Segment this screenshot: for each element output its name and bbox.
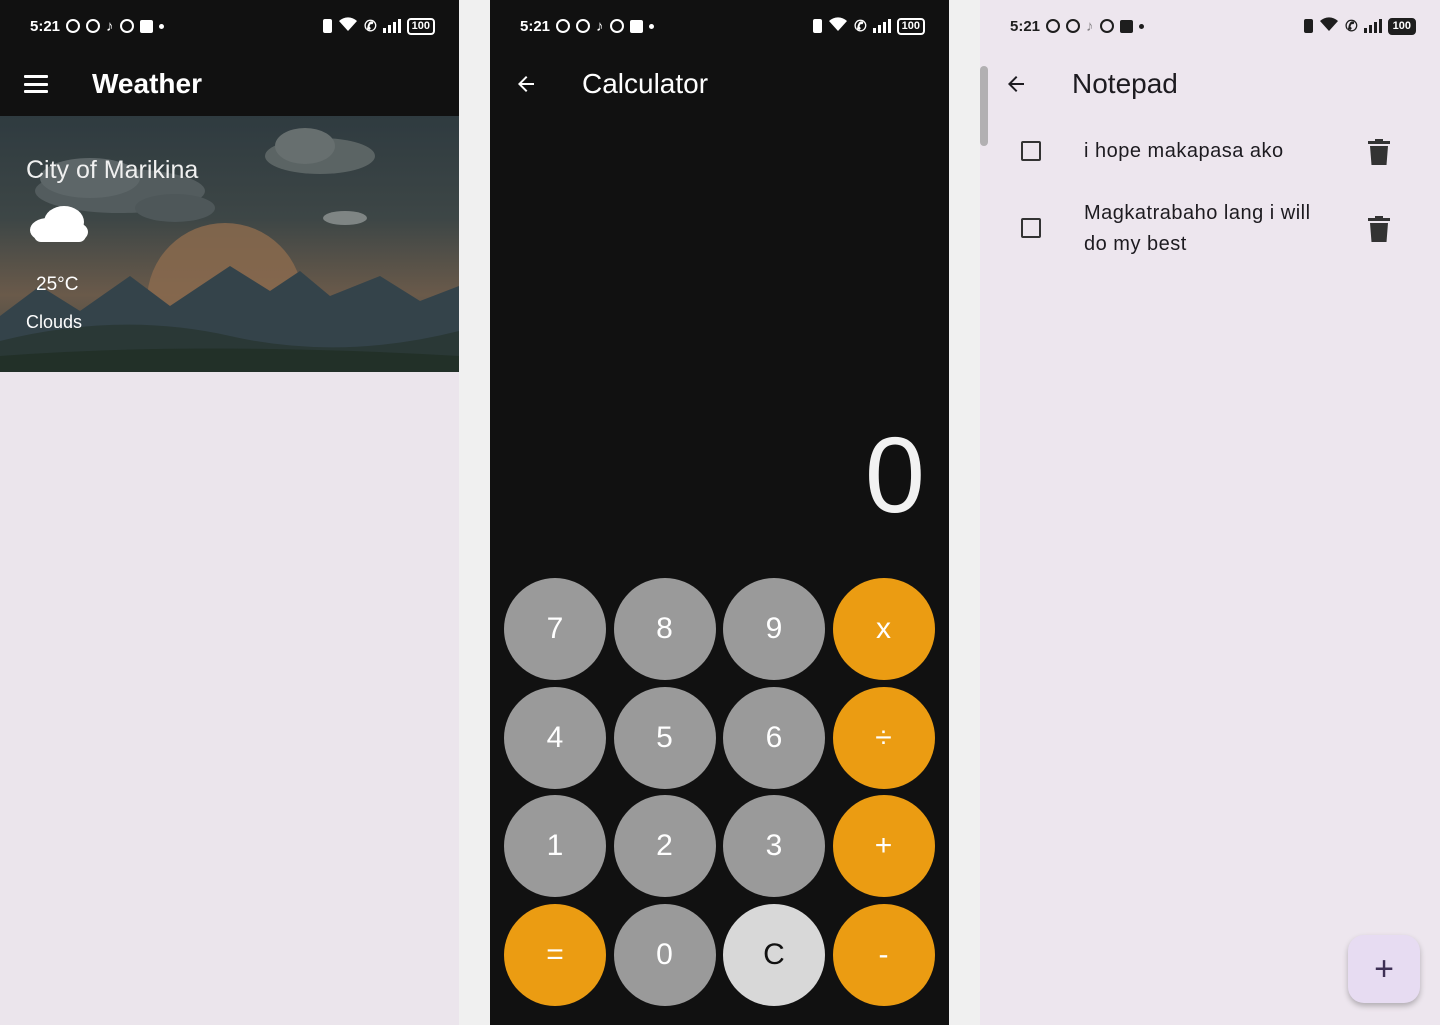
- digit-4-key[interactable]: 4: [504, 686, 606, 789]
- landscape-illustration: [0, 128, 459, 372]
- wifi-icon: [828, 16, 848, 36]
- messenger-icon: [1066, 19, 1081, 33]
- signal-icon: [872, 19, 891, 33]
- calculator-screen: 5:21 ♪ ✆ 100 Calculator 0 7 8 9 x 4 5 6 ÷ 1 2 3 + = 0…: [490, 0, 949, 1025]
- digit-6-key[interactable]: 6: [723, 686, 825, 789]
- weather-app-bar: Weather: [0, 52, 459, 116]
- status-time: 5:21: [520, 17, 551, 35]
- digit-5-key[interactable]: 5: [613, 686, 716, 789]
- messenger-icon: [576, 19, 591, 33]
- digit-3-key[interactable]: 3: [723, 795, 825, 897]
- add-note-button[interactable]: +: [1348, 935, 1420, 1003]
- divide-key[interactable]: ÷: [832, 686, 935, 789]
- subtract-key[interactable]: -: [832, 903, 935, 1006]
- back-arrow-icon: [1008, 76, 1024, 92]
- linkedin-icon: [1119, 19, 1133, 33]
- digit-0-key[interactable]: 0: [613, 903, 716, 1006]
- plus-icon: +: [1374, 949, 1394, 988]
- hamburger-menu-icon: [24, 75, 48, 93]
- battery-indicator: 100: [406, 17, 435, 35]
- threads-icon: [66, 19, 81, 33]
- signal-icon: [382, 19, 401, 33]
- clear-key[interactable]: C: [723, 903, 825, 1006]
- tiktok-icon: ♪: [596, 17, 604, 35]
- city-name: City of Marikina: [26, 156, 199, 184]
- delete-icon[interactable]: [1368, 139, 1390, 165]
- status-time: 5:21: [30, 17, 61, 35]
- battery-indicator: 100: [896, 17, 925, 35]
- digit-9-key[interactable]: 9: [723, 578, 825, 680]
- notepad-screen: 5:21 ♪ ✆ 100 Notepad i hope makapasa ako: [980, 0, 1440, 1025]
- multiply-key[interactable]: x: [832, 578, 935, 680]
- call-icon: ✆: [364, 18, 377, 35]
- status-time: 5:21: [1010, 17, 1041, 35]
- vibrate-icon: [1304, 19, 1314, 33]
- wifi-icon: [338, 16, 358, 36]
- note-text: i hope makapasa ako: [1084, 140, 1284, 162]
- reddit-icon: [609, 19, 624, 33]
- status-bar: 5:21 ♪ ✆ 100: [980, 0, 1440, 52]
- reddit-icon: [1099, 19, 1114, 33]
- more-notifications-dot: [648, 23, 654, 29]
- weather-condition: Clouds: [26, 312, 83, 332]
- call-icon: ✆: [1345, 18, 1358, 35]
- menu-button[interactable]: [0, 52, 72, 116]
- note-checkbox[interactable]: [1021, 218, 1041, 238]
- note-checkbox[interactable]: [1021, 141, 1041, 161]
- more-notifications-dot: [158, 23, 164, 29]
- delete-icon[interactable]: [1368, 216, 1390, 242]
- more-notifications-dot: [1138, 23, 1144, 29]
- back-arrow-icon: [518, 76, 534, 92]
- notepad-title: Notepad: [1072, 68, 1178, 99]
- digit-1-key[interactable]: 1: [504, 795, 606, 897]
- add-key[interactable]: +: [832, 795, 935, 897]
- vibrate-icon: [323, 19, 333, 33]
- linkedin-icon: [139, 19, 153, 33]
- note-item: i hope makapasa ako: [980, 136, 1440, 167]
- status-bar: 5:21 ♪ ✆ 100: [490, 0, 949, 52]
- back-button[interactable]: [490, 52, 562, 116]
- digit-2-key[interactable]: 2: [613, 795, 716, 897]
- temperature: 25°C: [36, 274, 79, 295]
- weather-card[interactable]: City of Marikina 25°C Clouds: [0, 116, 459, 372]
- weather-screen: 5:21 ♪ ✆ 100 Weather City of Marikina 25…: [0, 0, 459, 1025]
- linkedin-icon: [629, 19, 643, 33]
- status-bar: 5:21 ♪ ✆ 100: [0, 0, 459, 52]
- weather-title: Weather: [92, 68, 202, 99]
- call-icon: ✆: [854, 18, 867, 35]
- note-item: Magkatrabaho lang i will do my best: [980, 198, 1440, 260]
- notepad-app-bar: Notepad: [980, 52, 1440, 116]
- threads-icon: [1046, 19, 1061, 33]
- calculator-title: Calculator: [582, 68, 709, 99]
- digit-7-key[interactable]: 7: [504, 578, 606, 680]
- tiktok-icon: ♪: [106, 17, 114, 35]
- calculator-display: 0: [864, 414, 925, 535]
- wifi-icon: [1319, 16, 1339, 36]
- vibrate-icon: [813, 19, 823, 33]
- digit-8-key[interactable]: 8: [613, 578, 716, 680]
- calculator-app-bar: Calculator: [490, 52, 949, 116]
- threads-icon: [556, 19, 571, 33]
- note-text: Magkatrabaho lang i will do my best: [1084, 202, 1311, 255]
- back-button[interactable]: [980, 52, 1052, 116]
- reddit-icon: [119, 19, 134, 33]
- signal-icon: [1363, 19, 1382, 33]
- equals-key[interactable]: =: [504, 903, 606, 1006]
- battery-indicator: 100: [1387, 17, 1416, 35]
- messenger-icon: [86, 19, 101, 33]
- tiktok-icon: ♪: [1086, 17, 1094, 35]
